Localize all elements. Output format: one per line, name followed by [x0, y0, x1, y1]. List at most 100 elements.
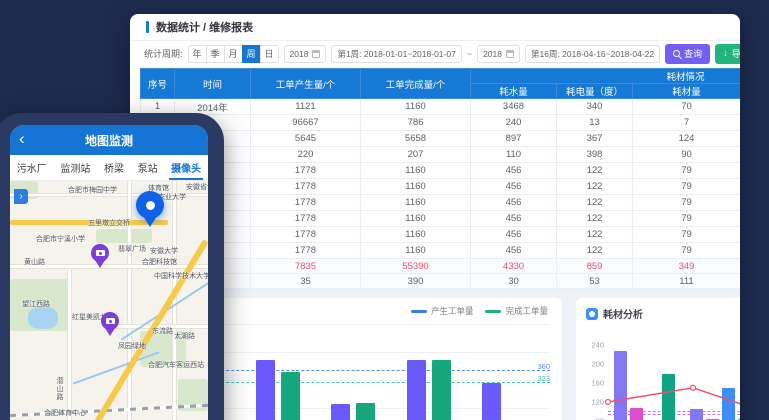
- year-start-select[interactable]: 2018: [284, 45, 327, 63]
- col-header-created[interactable]: 工单产生量/个: [251, 69, 361, 99]
- map-label: 潜山路: [54, 377, 64, 401]
- legend-label: 完成工单量: [505, 305, 548, 317]
- bar-generated[interactable]: [331, 404, 350, 420]
- report-table-container: 序号 时间 工单产生量/个 工单完成量/个 耗材情况 耗水量 耗电量（度） 耗材…: [140, 68, 740, 289]
- total-cell: 859: [557, 259, 633, 274]
- table-cell: 122: [557, 195, 633, 211]
- col-group-header-consumables[interactable]: 耗材情况: [471, 69, 741, 84]
- map-label: 五里墩立交桥: [88, 218, 130, 228]
- workorder-chart-legend: 产生工单量 完成工单量: [411, 305, 548, 317]
- bar-completed[interactable]: [281, 372, 300, 420]
- map-label: 黄山路: [24, 257, 45, 267]
- period-label: 统计周期:: [144, 47, 183, 60]
- phone-tab-泵站[interactable]: 泵站: [136, 155, 160, 180]
- map-view[interactable]: › 全部 合肥市梅园中学体育馆安徽农业大学安徽省博物馆五里墩立交桥合肥市宁溪小学…: [10, 181, 208, 420]
- phone-tab-监测站[interactable]: 监测站: [58, 155, 92, 180]
- consumable-chart-title: 耗材分析: [603, 306, 643, 321]
- chart-pie-icon: [586, 308, 598, 320]
- camera-icon: [106, 318, 115, 324]
- table-cell: 1121: [251, 99, 361, 115]
- table-average-row: 平均值353903053111140: [141, 274, 741, 289]
- range-separator: ~: [467, 49, 472, 59]
- period-option[interactable]: 月: [224, 45, 243, 63]
- bar-pair: [331, 403, 375, 420]
- consumable-bar-chart[interactable]: [608, 338, 740, 420]
- table-row[interactable]: 96667786240137690: [141, 115, 741, 131]
- week-range-start-select[interactable]: 第1周: 2018-01-01~2018-01-07: [331, 45, 461, 63]
- year-end-select[interactable]: 2018: [477, 45, 520, 63]
- table-cell: 3468: [471, 99, 557, 115]
- table-cell: 124: [633, 131, 741, 147]
- table-row[interactable]: 12014年11211160346834070250: [141, 99, 741, 115]
- col-header-completed[interactable]: 工单完成量/个: [361, 69, 471, 99]
- phone-tab-摄像头[interactable]: 摄像头: [169, 155, 203, 180]
- camera-pin-marker[interactable]: [91, 244, 109, 268]
- table-row[interactable]: 2202071103989019: [141, 147, 741, 163]
- camera-pin-marker[interactable]: [101, 312, 119, 336]
- table-cell: 1160: [361, 243, 471, 259]
- sub-header-2[interactable]: 耗电量（度）: [557, 84, 633, 99]
- page-background: 数据统计 / 维修报表 统计周期: 年季月周日 2018 第1周: 2018-0…: [0, 0, 769, 420]
- map-label: 合肥汽车客运西站: [148, 360, 204, 370]
- marker-head: [136, 191, 164, 219]
- table-cell: 1160: [361, 179, 471, 195]
- map-label: 合肥市宁溪小学: [36, 234, 85, 244]
- back-chevron-icon[interactable]: ‹: [19, 129, 25, 149]
- period-option[interactable]: 日: [260, 45, 279, 63]
- table-row[interactable]: 177811604561227967: [141, 243, 741, 259]
- bar-completed[interactable]: [432, 360, 451, 420]
- table-row[interactable]: 177811604561227967: [141, 163, 741, 179]
- legend-item[interactable]: 产生工单量: [411, 305, 474, 317]
- total-cell: 55390: [361, 259, 471, 274]
- table-cell: 207: [361, 147, 471, 163]
- table-cell: 79: [633, 179, 741, 195]
- sub-header-1[interactable]: 耗水量: [471, 84, 557, 99]
- map-label: 合肥科技馆: [142, 257, 177, 267]
- bar-generated[interactable]: [482, 383, 501, 420]
- bar-generated[interactable]: [256, 360, 275, 420]
- table-cell: 1160: [361, 227, 471, 243]
- bar-generated[interactable]: [407, 360, 426, 420]
- table-cell: 1160: [361, 163, 471, 179]
- selected-camera-marker[interactable]: [136, 191, 164, 231]
- table-cell: 1778: [251, 179, 361, 195]
- marker-dot: [146, 201, 155, 210]
- table-cell: 122: [557, 227, 633, 243]
- table-row[interactable]: 177811604561227967: [141, 211, 741, 227]
- period-option[interactable]: 季: [206, 45, 225, 63]
- week-range-start-value: 第1周: 2018-01-01~2018-01-07: [337, 48, 455, 60]
- breadcrumb: 数据统计 / 维修报表: [130, 14, 740, 41]
- table-cell: 456: [471, 211, 557, 227]
- map-label: 合肥市梅园中学: [68, 185, 117, 195]
- bar-completed[interactable]: [356, 403, 375, 420]
- query-button[interactable]: 查询: [665, 44, 710, 64]
- table-row[interactable]: 177811604561227967: [141, 195, 741, 211]
- table-row[interactable]: 177811604561227967: [141, 179, 741, 195]
- table-cell: 1160: [361, 99, 471, 115]
- map-expand-button[interactable]: ›: [14, 189, 28, 204]
- table-row[interactable]: 56455658897367124129: [141, 131, 741, 147]
- table-cell: 897: [471, 131, 557, 147]
- col-header-index[interactable]: 序号: [141, 69, 175, 99]
- period-option[interactable]: 周: [242, 45, 261, 63]
- week-range-end-value: 第16周: 2018-04-16~2018-04-22: [531, 48, 654, 60]
- legend-dash-icon: [411, 310, 427, 313]
- week-range-end-select[interactable]: 第16周: 2018-04-16~2018-04-22: [525, 45, 660, 63]
- sub-header-3[interactable]: 耗材量: [633, 84, 741, 99]
- col-header-time[interactable]: 时间: [175, 69, 251, 99]
- table-cell: 90: [633, 147, 741, 163]
- consumable-chart-card: 耗材分析 2402001601208040: [576, 298, 740, 420]
- map-road: [68, 265, 71, 420]
- phone-tab-桥梁[interactable]: 桥梁: [102, 155, 126, 180]
- table-cell: 456: [471, 195, 557, 211]
- search-icon: [673, 50, 680, 57]
- export-excel-button[interactable]: ↓ 导出Excel: [715, 44, 740, 64]
- average-cell: 53: [557, 274, 633, 289]
- phone-screen: ‹ 地图监测 污水厂监测站桥梁泵站摄像头: [10, 125, 208, 420]
- phone-tab-污水厂[interactable]: 污水厂: [15, 155, 49, 180]
- legend-item[interactable]: 完成工单量: [485, 305, 548, 317]
- total-cell: 4330: [471, 259, 557, 274]
- table-cell: 79: [633, 227, 741, 243]
- period-option[interactable]: 年: [188, 45, 207, 63]
- table-row[interactable]: 177811604561227967: [141, 227, 741, 243]
